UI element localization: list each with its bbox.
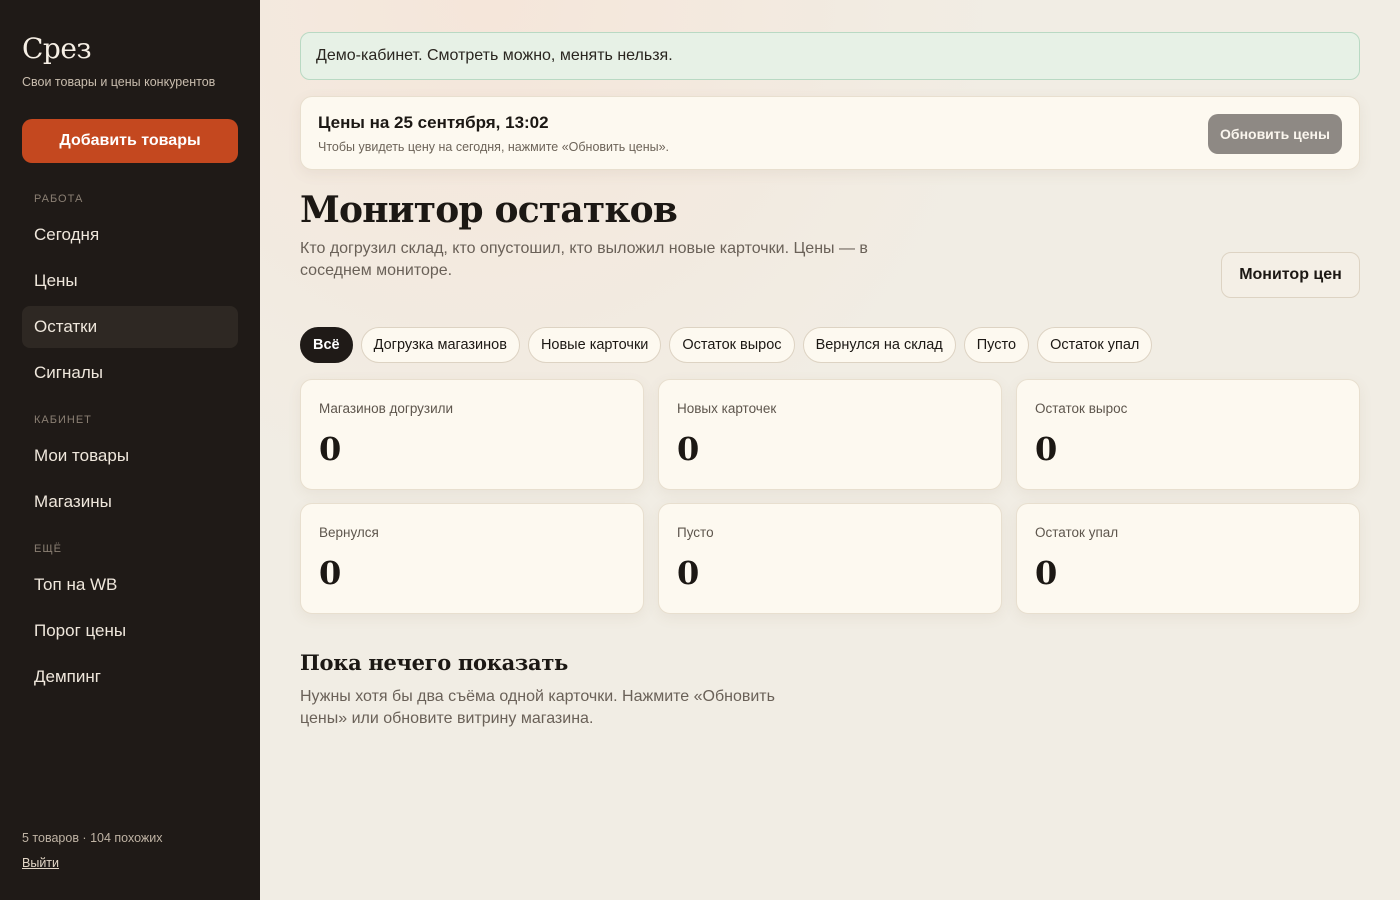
stat-value: 0	[1035, 430, 1058, 468]
nav-section-more: ЕЩЁ	[34, 543, 62, 555]
add-products-button[interactable]: Добавить товары	[22, 119, 238, 163]
page-description: Кто догрузил склад, кто опустошил, кто в…	[300, 240, 868, 279]
filter-stock-up[interactable]: Остаток вырос	[669, 327, 795, 363]
filter-empty[interactable]: Пусто	[963, 327, 1030, 363]
stat-label: Вернулся	[319, 525, 379, 540]
stat-card-back-in-stock: Вернулся 0	[300, 503, 644, 614]
stat-value: 0	[1035, 554, 1058, 592]
logout-link[interactable]: Выйти	[22, 856, 59, 870]
sidebar-item-dumping[interactable]: Демпинг	[22, 656, 238, 698]
demo-banner: Демо-кабинет. Смотреть можно, менять нел…	[300, 32, 1360, 80]
demo-banner-text: Демо-кабинет. Смотреть можно, менять нел…	[316, 47, 673, 64]
sidebar-item-prices[interactable]: Цены	[22, 260, 238, 302]
sidebar: Срез Свои товары и цены конкурентов Доба…	[0, 0, 260, 900]
price-status-card: Цены на 25 сентября, 13:02 Чтобы увидеть…	[300, 96, 1360, 170]
stat-label: Магазинов догрузили	[319, 401, 454, 416]
sidebar-item-price-threshold[interactable]: Порог цены	[22, 610, 238, 652]
stat-value: 0	[677, 430, 700, 468]
page-title: Монитор остатков	[300, 189, 678, 231]
stat-value: 0	[319, 554, 342, 592]
stat-card-new-cards: Новых карточек 0	[658, 379, 1002, 490]
sidebar-item-today[interactable]: Сегодня	[22, 214, 238, 256]
stat-card-stock-down: Остаток упал 0	[1016, 503, 1360, 614]
main-content: Демо-кабинет. Смотреть можно, менять нел…	[260, 0, 1400, 900]
sidebar-item-my-products[interactable]: Мои товары	[22, 435, 238, 477]
stat-card-stock-up: Остаток вырос 0	[1016, 379, 1360, 490]
stat-label: Остаток упал	[1035, 525, 1119, 540]
refresh-prices-button[interactable]: Обновить цены	[1208, 114, 1342, 154]
filter-all[interactable]: Всё	[300, 327, 353, 363]
filter-new-cards[interactable]: Новые карточки	[527, 327, 662, 363]
filter-chips: Всё Догрузка магазинов Новые карточки Ос…	[300, 327, 1153, 363]
empty-state-text: Нужны хотя бы два съёма одной карточки. …	[300, 688, 775, 727]
filter-back-in-stock[interactable]: Вернулся на склад	[802, 327, 956, 363]
sidebar-item-signals[interactable]: Сигналы	[22, 352, 238, 394]
nav-section-cabinet: КАБИНЕТ	[34, 414, 92, 426]
price-hint: Чтобы увидеть цену на сегодня, нажмите «…	[318, 140, 670, 154]
stat-card-empty: Пусто 0	[658, 503, 1002, 614]
brand-logo[interactable]: Срез	[22, 32, 92, 65]
filter-shop-restock[interactable]: Догрузка магазинов	[360, 327, 520, 363]
stat-label: Остаток вырос	[1035, 401, 1128, 416]
price-date-title: Цены на 25 сентября, 13:02	[318, 113, 549, 132]
stat-label: Пусто	[677, 525, 714, 540]
stat-value: 0	[319, 430, 342, 468]
sidebar-item-top-wb[interactable]: Топ на WB	[22, 564, 238, 606]
stat-value: 0	[677, 554, 700, 592]
price-monitor-button[interactable]: Монитор цен	[1221, 252, 1360, 298]
stat-card-shops-restocked: Магазинов догрузили 0	[300, 379, 644, 490]
sidebar-item-stock[interactable]: Остатки	[22, 306, 238, 348]
stats-grid: Магазинов догрузили 0 Новых карточек 0 О…	[300, 379, 1360, 614]
sidebar-item-shops[interactable]: Магазины	[22, 481, 238, 523]
filter-stock-down[interactable]: Остаток упал	[1037, 327, 1153, 363]
empty-state-title: Пока нечего показать	[300, 650, 568, 675]
account-stats: 5 товаров · 104 похожих	[22, 831, 163, 845]
brand-tagline: Свои товары и цены конкурентов	[22, 75, 216, 89]
stat-label: Новых карточек	[677, 401, 777, 416]
nav-section-work: РАБОТА	[34, 193, 84, 205]
